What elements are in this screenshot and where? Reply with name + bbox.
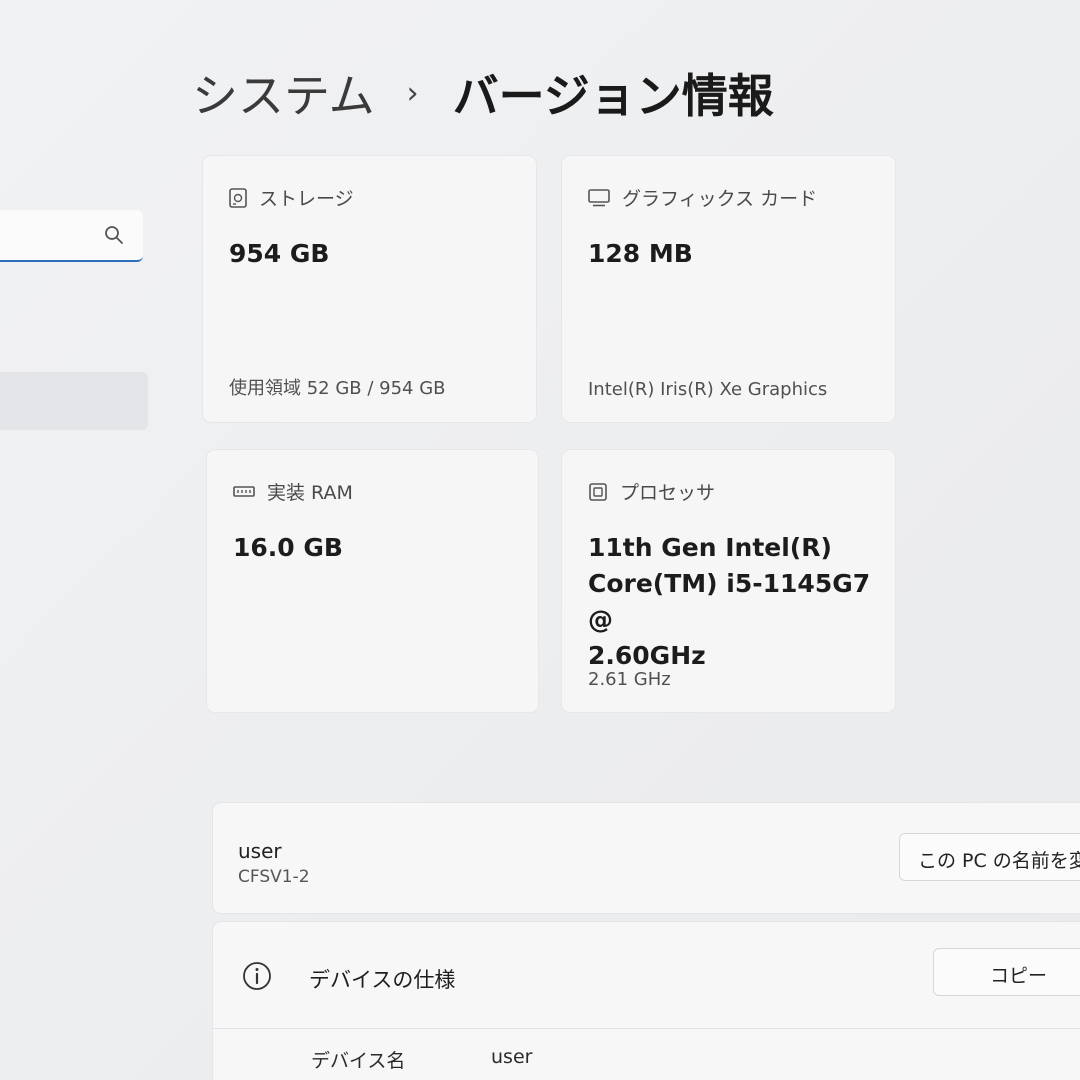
display-icon: [588, 188, 610, 206]
device-specs-section: デバイスの仕様 コピー デバイス名 user: [213, 922, 1080, 1080]
chevron-right-icon: ›: [406, 75, 419, 111]
spec-row-value: user: [491, 1046, 533, 1068]
processor-card-header: プロセッサ: [588, 478, 715, 505]
processor-name: 11th Gen Intel(R) Core(TM) i5-1145G7 @ 2…: [588, 530, 895, 674]
settings-page: システム › バージョン情報 ストレージ 954 GB 使用領域 52 GB /…: [0, 0, 1080, 1080]
storage-icon: [229, 187, 247, 208]
ram-value: 16.0 GB: [233, 533, 343, 562]
nav-item-selected[interactable]: [0, 372, 148, 430]
memory-icon: [233, 485, 255, 497]
storage-total-value: 954 GB: [229, 239, 330, 268]
device-specs-title: デバイスの仕様: [309, 968, 456, 992]
storage-card: ストレージ 954 GB 使用領域 52 GB / 954 GB: [203, 156, 536, 422]
storage-usage-text: 使用領域 52 GB / 954 GB: [229, 378, 446, 399]
graphics-card: グラフィックス カード 128 MB Intel(R) Iris(R) Xe G…: [562, 156, 895, 422]
processor-name-line-2: Core(TM) i5-1145G7 @: [588, 569, 871, 634]
processor-name-line-1: 11th Gen Intel(R): [588, 533, 832, 562]
device-user-name: user: [238, 839, 282, 863]
device-model: CFSV1-2: [238, 867, 310, 887]
rename-pc-button[interactable]: この PC の名前を変: [899, 833, 1080, 881]
processor-card: プロセッサ 11th Gen Intel(R) Core(TM) i5-1145…: [562, 450, 895, 712]
page-title: バージョン情報: [452, 69, 774, 123]
breadcrumb-system-link[interactable]: システム: [192, 60, 375, 126]
info-icon: [243, 962, 271, 990]
storage-card-title: ストレージ: [259, 188, 354, 210]
ram-card-header: 実装 RAM: [233, 478, 353, 505]
processor-icon: [589, 482, 607, 501]
storage-card-header: ストレージ: [229, 184, 354, 211]
processor-card-title: プロセッサ: [620, 482, 716, 504]
ram-card-title: 実装 RAM: [267, 482, 353, 504]
graphics-adapter-name: Intel(R) Iris(R) Xe Graphics: [588, 379, 828, 400]
divider: [213, 1028, 1080, 1029]
ram-card: 実装 RAM 16.0 GB: [207, 450, 538, 712]
device-name-row: user CFSV1-2 この PC の名前を変: [213, 803, 1080, 913]
search-icon[interactable]: [103, 224, 125, 246]
graphics-card-title: グラフィックス カード: [622, 188, 818, 210]
settings-search-input[interactable]: [0, 210, 143, 262]
copy-button[interactable]: コピー: [933, 948, 1080, 996]
spec-row-label: デバイス名: [311, 1050, 406, 1072]
graphics-memory-value: 128 MB: [588, 239, 693, 268]
processor-speed: 2.61 GHz: [588, 669, 671, 690]
graphics-card-header: グラフィックス カード: [588, 184, 817, 211]
breadcrumb: システム › バージョン情報: [192, 60, 774, 126]
